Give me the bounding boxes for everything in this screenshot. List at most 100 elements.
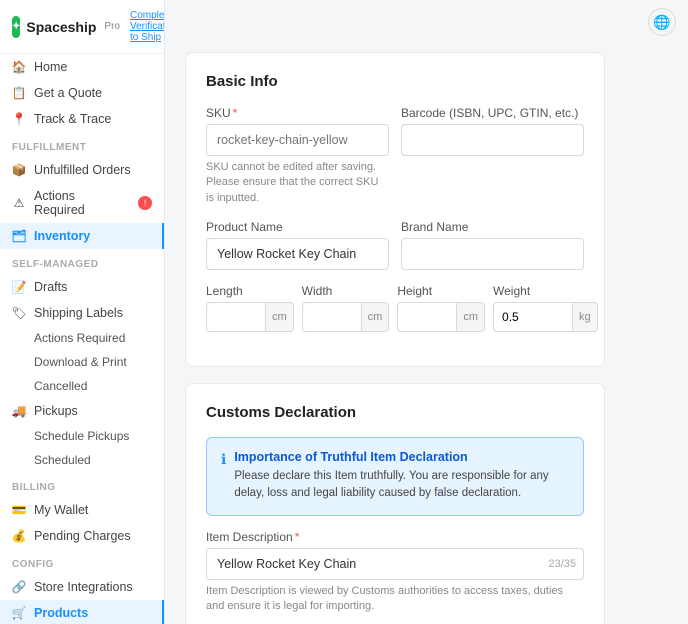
sidebar-item-label: My Wallet — [34, 503, 88, 517]
fulfillment-section-label: Fulfillment — [0, 132, 164, 157]
sub-item-label: Schedule Pickups — [34, 429, 129, 443]
sidebar-item-pickups[interactable]: 🚚 Pickups — [0, 398, 164, 424]
item-desc-label: Item Description* — [206, 530, 584, 544]
sidebar-item-label: Track & Trace — [34, 112, 111, 126]
sidebar-item-pending-charges[interactable]: 💰 Pending Charges — [0, 523, 164, 549]
sidebar-item-my-wallet[interactable]: 💳 My Wallet — [0, 497, 164, 523]
sidebar-item-get-a-quote[interactable]: 📋 Get a Quote — [0, 80, 164, 106]
sidebar-item-label: Actions Required — [34, 189, 128, 217]
sub-item-label: Cancelled — [34, 379, 87, 393]
length-label: Length — [206, 284, 294, 298]
sidebar-item-label: Drafts — [34, 280, 67, 294]
sidebar-item-inventory[interactable]: 🗂 Inventory — [0, 223, 164, 249]
sidebar-item-label: Shipping Labels — [34, 306, 123, 320]
item-desc-hint: Item Description is viewed by Customs au… — [206, 584, 584, 615]
weight-unit: kg — [573, 302, 598, 332]
sidebar-item-actions-required[interactable]: ⚠ Actions Required ! — [0, 183, 164, 223]
name-brand-row: Product Name Brand Name — [206, 220, 584, 270]
customs-card: Customs Declaration ℹ Importance of Trut… — [185, 383, 605, 624]
shipping-icon: 🏷 — [12, 306, 26, 320]
item-desc-input-wrap: 23/35 — [206, 548, 584, 580]
sidebar-sub-download-print[interactable]: Download & Print — [0, 350, 164, 374]
sidebar-item-track-trace[interactable]: 📍 Track & Trace — [0, 106, 164, 132]
weight-input-wrap: kg — [493, 302, 598, 332]
pickups-icon: 🚚 — [12, 404, 26, 418]
drafts-icon: 📝 — [12, 280, 26, 294]
height-label: Height — [397, 284, 485, 298]
sidebar-item-drafts[interactable]: 📝 Drafts — [0, 274, 164, 300]
sidebar-item-label: Products — [34, 606, 88, 620]
dimensions-row: Length cm Width cm Height — [206, 284, 584, 332]
info-icon: ℹ — [221, 451, 226, 503]
self-managed-section-label: Self-Managed — [0, 249, 164, 274]
length-group: Length cm — [206, 284, 294, 332]
width-unit: cm — [362, 302, 390, 332]
sidebar-item-label: Get a Quote — [34, 86, 102, 100]
brand-name: Spaceship — [26, 19, 96, 35]
sku-group: SKU* SKU cannot be edited after saving. … — [206, 106, 389, 206]
sku-label: SKU* — [206, 106, 389, 120]
length-input-wrap: cm — [206, 302, 294, 332]
width-input[interactable] — [302, 302, 362, 332]
info-content: Importance of Truthful Item Declaration … — [234, 450, 569, 503]
length-input[interactable] — [206, 302, 266, 332]
plan-label: Pro — [104, 21, 120, 32]
sidebar-item-products[interactable]: 🛒 Products — [0, 600, 164, 624]
sidebar-item-unfulfilled-orders[interactable]: 📦 Unfulfilled Orders — [0, 157, 164, 183]
height-unit: cm — [457, 302, 485, 332]
billing-section-label: Billing — [0, 472, 164, 497]
config-section-label: Config — [0, 549, 164, 574]
sidebar-item-label: Pickups — [34, 404, 78, 418]
customs-info-box: ℹ Importance of Truthful Item Declaratio… — [206, 437, 584, 516]
weight-input[interactable] — [493, 302, 573, 332]
sidebar-item-store-integrations[interactable]: 🔗 Store Integrations — [0, 574, 164, 600]
width-input-wrap: cm — [302, 302, 390, 332]
height-input-wrap: cm — [397, 302, 485, 332]
verify-link[interactable]: Complete Verification to Ship — [130, 10, 165, 43]
sidebar-header: ✦ Spaceship Pro Complete Verification to… — [0, 0, 164, 54]
sidebar-sub-schedule-pickups[interactable]: Schedule Pickups — [0, 424, 164, 448]
length-unit: cm — [266, 302, 294, 332]
info-text: Please declare this Item truthfully. You… — [234, 468, 569, 503]
width-group: Width cm — [302, 284, 390, 332]
warning-icon: ⚠ — [12, 196, 26, 210]
sku-input[interactable] — [206, 124, 389, 156]
sidebar-item-label: Home — [34, 60, 67, 74]
info-title: Importance of Truthful Item Declaration — [234, 450, 569, 464]
sidebar-sub-scheduled[interactable]: Scheduled — [0, 448, 164, 472]
sidebar-item-home[interactable]: 🏠 Home — [0, 54, 164, 80]
logo-icon: ✦ — [12, 16, 20, 38]
sidebar-item-shipping-labels[interactable]: 🏷 Shipping Labels — [0, 300, 164, 326]
track-icon: 📍 — [12, 112, 26, 126]
globe-icon[interactable]: 🌐 — [648, 8, 676, 36]
wallet-icon: 💳 — [12, 503, 26, 517]
content-inner: Basic Info SKU* SKU cannot be edited aft… — [165, 36, 625, 624]
brand-name-input[interactable] — [401, 238, 584, 270]
sidebar-item-label: Pending Charges — [34, 529, 131, 543]
sidebar: ✦ Spaceship Pro Complete Verification to… — [0, 0, 165, 624]
sidebar-sub-actions-required[interactable]: Actions Required — [0, 326, 164, 350]
barcode-input[interactable] — [401, 124, 584, 156]
product-name-group: Product Name — [206, 220, 389, 270]
sub-item-label: Actions Required — [34, 331, 125, 345]
charges-icon: 💰 — [12, 529, 26, 543]
inventory-icon: 🗂 — [12, 229, 26, 243]
item-desc-input[interactable] — [206, 548, 584, 580]
sub-item-label: Download & Print — [34, 355, 127, 369]
item-desc-counter: 23/35 — [548, 558, 576, 570]
product-name-input[interactable] — [206, 238, 389, 270]
home-icon: 🏠 — [12, 60, 26, 74]
height-input[interactable] — [397, 302, 457, 332]
sku-hint: SKU cannot be edited after saving. Pleas… — [206, 160, 389, 206]
brand-name-label: Brand Name — [401, 220, 584, 234]
integrations-icon: 🔗 — [12, 580, 26, 594]
basic-info-card: Basic Info SKU* SKU cannot be edited aft… — [185, 52, 605, 367]
quote-icon: 📋 — [12, 86, 26, 100]
barcode-group: Barcode (ISBN, UPC, GTIN, etc.) — [401, 106, 584, 206]
sidebar-item-label: Inventory — [34, 229, 90, 243]
sidebar-item-label: Store Integrations — [34, 580, 133, 594]
sidebar-sub-cancelled[interactable]: Cancelled — [0, 374, 164, 398]
main-content: 🌐 Basic Info SKU* SKU cannot be edited a… — [165, 0, 688, 624]
weight-label: Weight — [493, 284, 598, 298]
sku-barcode-row: SKU* SKU cannot be edited after saving. … — [206, 106, 584, 206]
